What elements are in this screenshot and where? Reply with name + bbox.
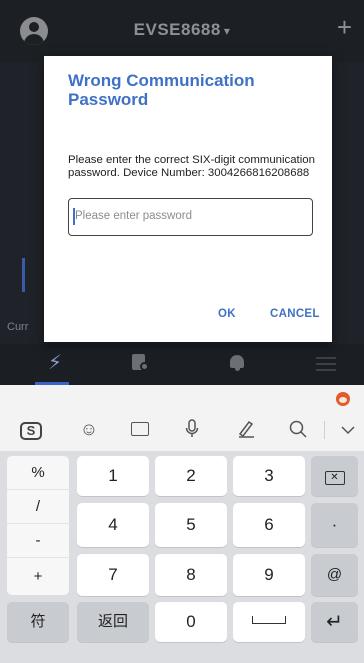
handwriting-icon[interactable]	[231, 413, 261, 445]
microphone-icon[interactable]	[177, 413, 207, 445]
device-title: EVSE8688	[133, 20, 221, 39]
backspace-icon: ✕	[324, 470, 345, 485]
toolbar-divider	[324, 421, 325, 439]
at-key[interactable]: @	[311, 554, 358, 596]
symbol-key[interactable]: +	[7, 560, 69, 594]
space-key[interactable]	[233, 602, 305, 642]
digit-key-3[interactable]: 3	[233, 456, 305, 496]
lightning-icon[interactable]: ⚡	[44, 352, 66, 374]
space-icon	[252, 616, 286, 624]
bottom-tab-bar: ⚡	[0, 344, 364, 385]
password-input[interactable]: Please enter password	[68, 198, 313, 236]
chevron-down-icon[interactable]	[333, 413, 363, 445]
backspace-key[interactable]: ✕	[311, 456, 358, 496]
symbol-key[interactable]: -	[7, 524, 69, 558]
top-bar: EVSE8688 ▾ +	[0, 0, 364, 62]
digit-key-7[interactable]: 7	[77, 554, 149, 596]
mascot-icon[interactable]	[336, 392, 350, 406]
side-indicator	[22, 258, 25, 292]
digit-key-2[interactable]: 2	[155, 456, 227, 496]
ok-button[interactable]: OK	[218, 308, 236, 320]
digit-key-8[interactable]: 8	[155, 554, 227, 596]
menu-icon[interactable]	[316, 352, 338, 374]
emoji-icon[interactable]: ☺	[74, 413, 104, 445]
symbols-key[interactable]: 符	[7, 602, 69, 642]
digit-key-5[interactable]: 5	[155, 503, 227, 547]
digit-key-9[interactable]: 9	[233, 554, 305, 596]
enter-icon: ↵	[326, 611, 343, 633]
digit-key-1[interactable]: 1	[77, 456, 149, 496]
digit-key-0[interactable]: 0	[155, 602, 227, 642]
enter-key[interactable]: ↵	[311, 602, 358, 642]
symbol-key[interactable]: /	[7, 490, 69, 524]
password-dialog: Wrong Communication Password Please ente…	[44, 56, 332, 342]
current-label: Curr	[7, 321, 29, 333]
symbol-column: % / - +	[7, 456, 69, 595]
password-placeholder: Please enter password	[75, 210, 192, 222]
dialog-message: Please enter the correct SIX-digit commu…	[68, 154, 315, 179]
keyboard-icon[interactable]	[125, 413, 155, 445]
caret-down-icon: ▾	[223, 24, 231, 38]
cancel-button[interactable]: CANCEL	[270, 308, 320, 320]
add-icon[interactable]: +	[337, 14, 352, 40]
document-settings-icon[interactable]	[129, 352, 151, 374]
logo-icon[interactable]: S	[16, 413, 46, 445]
digit-key-4[interactable]: 4	[77, 503, 149, 547]
search-icon[interactable]	[283, 413, 313, 445]
digit-key-6[interactable]: 6	[233, 503, 305, 547]
symbol-key[interactable]: %	[7, 456, 69, 490]
dialog-title: Wrong Communication Password	[68, 71, 255, 109]
keyboard-toolbar: S ☺	[0, 413, 364, 451]
back-key[interactable]: 返回	[77, 602, 149, 642]
keyboard-keys: % / - + 1 2 3 4 5 6 7 8 9 ✕ · @ 符 返回 0 ↵	[0, 451, 364, 663]
dot-key[interactable]: ·	[311, 503, 358, 547]
bell-icon[interactable]	[226, 352, 248, 374]
device-selector[interactable]: EVSE8688 ▾	[0, 20, 364, 40]
